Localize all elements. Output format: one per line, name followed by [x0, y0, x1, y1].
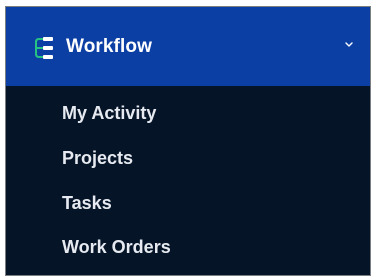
workflow-submenu: My Activity Projects Tasks Work Orders: [6, 86, 370, 275]
workflow-nav-section: Workflow My Activity Projects Tasks Work…: [5, 6, 371, 276]
chevron-down-icon[interactable]: [343, 40, 355, 50]
submenu-item-work-orders[interactable]: Work Orders: [62, 230, 322, 264]
submenu-item-my-activity[interactable]: My Activity: [62, 96, 322, 130]
submenu-item-projects[interactable]: Projects: [62, 141, 322, 175]
workflow-icon: [35, 37, 53, 59]
workflow-menu-title: Workflow: [66, 36, 152, 57]
submenu-item-tasks[interactable]: Tasks: [62, 186, 322, 220]
workflow-menu-header[interactable]: Workflow: [6, 7, 370, 86]
